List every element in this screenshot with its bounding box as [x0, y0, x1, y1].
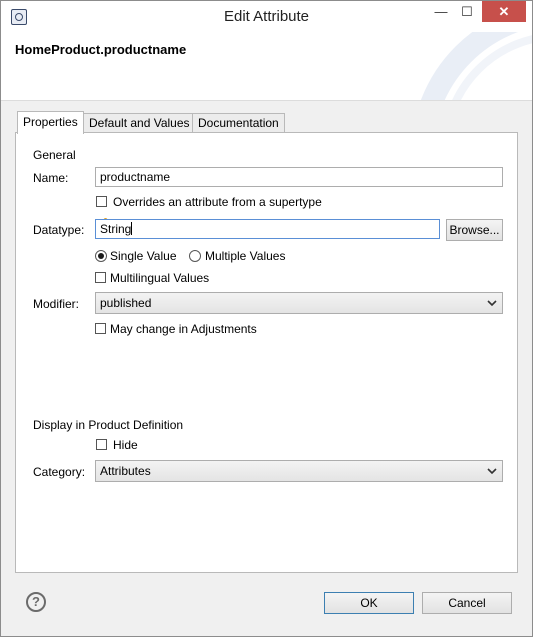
hide-checkbox[interactable]	[96, 439, 107, 450]
maximize-button[interactable]: ☐	[457, 1, 477, 22]
ok-button[interactable]: OK	[324, 592, 414, 614]
cancel-button[interactable]: Cancel	[422, 592, 512, 614]
general-section-label: General	[33, 148, 76, 162]
datatype-label: Datatype:	[33, 223, 85, 237]
modifier-label: Modifier:	[33, 297, 80, 311]
single-value-radio[interactable]	[95, 250, 107, 262]
hide-label: Hide	[113, 438, 138, 452]
display-section-label: Display in Product Definition	[33, 418, 184, 432]
browse-button[interactable]: Browse...	[446, 219, 503, 241]
tab-default-and-values[interactable]: Default and Values	[83, 113, 196, 133]
edit-attribute-dialog: Edit Attribute — ☐ ✕ HomeProduct.product…	[0, 0, 533, 637]
tab-properties[interactable]: Properties	[17, 111, 84, 134]
category-select[interactable]: Attributes	[95, 460, 503, 482]
may-change-label: May change in Adjustments	[110, 322, 257, 336]
datatype-value: String	[100, 222, 132, 236]
may-change-checkbox[interactable]	[95, 323, 106, 334]
overrides-label: Overrides an attribute from a supertype	[113, 195, 322, 209]
attribute-title: HomeProduct.productname	[15, 42, 187, 57]
overrides-checkbox[interactable]	[96, 196, 107, 207]
help-icon[interactable]: ?	[26, 592, 46, 612]
minimize-button[interactable]: —	[431, 1, 451, 22]
chevron-down-icon	[487, 300, 497, 307]
multilingual-label: Multilingual Values	[110, 271, 210, 285]
modifier-select[interactable]: published	[95, 292, 503, 314]
chevron-down-icon	[487, 468, 497, 475]
header-banner: HomeProduct.productname	[1, 32, 532, 101]
single-value-label: Single Value	[110, 249, 177, 263]
window-title: Edit Attribute	[223, 8, 310, 25]
multiple-values-label: Multiple Values	[205, 249, 286, 263]
text-caret	[131, 222, 133, 235]
multiple-values-radio[interactable]	[189, 250, 201, 262]
category-value: Attributes	[100, 464, 151, 478]
close-button[interactable]: ✕	[482, 1, 526, 22]
modifier-value: published	[100, 296, 152, 310]
datatype-field[interactable]: String	[95, 219, 440, 239]
title-bar: Edit Attribute — ☐ ✕	[1, 1, 532, 32]
category-label: Category:	[33, 465, 86, 479]
properties-panel: General Name: productname Overrides an a…	[15, 132, 518, 573]
multilingual-checkbox[interactable]	[95, 272, 106, 283]
tab-documentation[interactable]: Documentation	[192, 113, 285, 133]
name-label: Name:	[33, 171, 69, 185]
name-field[interactable]: productname	[95, 167, 503, 187]
